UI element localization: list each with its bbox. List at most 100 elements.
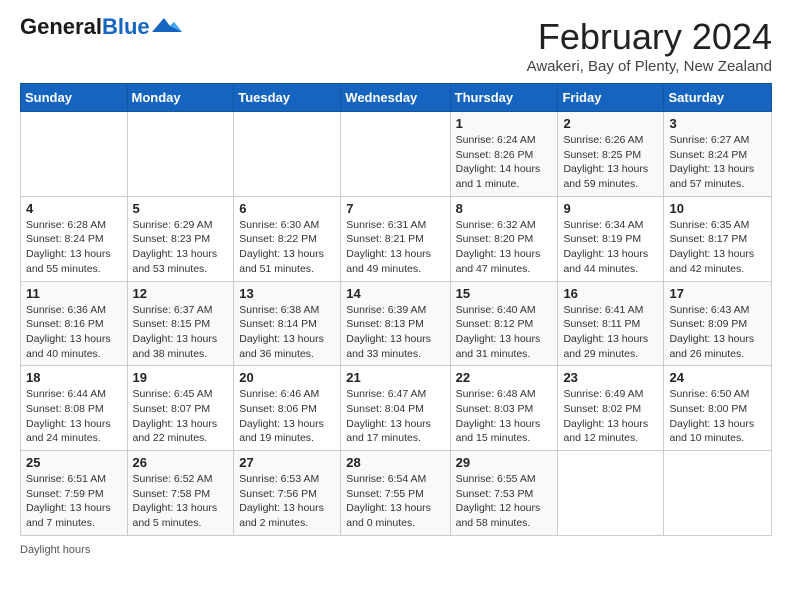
header-day: Friday [558, 84, 664, 112]
calendar-cell: 24Sunrise: 6:50 AM Sunset: 8:00 PM Dayli… [664, 366, 772, 451]
day-info: Sunrise: 6:38 AM Sunset: 8:14 PM Dayligh… [239, 303, 335, 362]
day-number: 7 [346, 201, 444, 216]
day-info: Sunrise: 6:41 AM Sunset: 8:11 PM Dayligh… [563, 303, 658, 362]
calendar-cell: 13 Sunrise: 6:38 AM Sunset: 8:14 PM Dayli… [234, 281, 341, 366]
day-number: 12 [133, 286, 229, 301]
day-info: Sunrise: 6:44 AM Sunset: 8:08 PM Dayligh… [26, 387, 122, 446]
day-info: Sunrise: 6:53 AM Sunset: 7:56 PM Dayligh… [239, 472, 335, 531]
calendar-cell: 12 Sunrise: 6:37 AM Sunset: 8:15 PM Dayli… [127, 281, 234, 366]
calendar-cell [127, 112, 234, 197]
day-info: Sunrise: 6:46 AM Sunset: 8:06 PM Dayligh… [239, 387, 335, 446]
day-number: 3 [669, 116, 766, 131]
day-info: Sunrise: 6:30 AM Sunset: 8:22 PM Dayligh… [239, 218, 335, 277]
day-number: 11 [26, 286, 122, 301]
day-info: Sunrise: 6:47 AM Sunset: 8:04 PM Dayligh… [346, 387, 444, 446]
calendar-table: SundayMondayTuesdayWednesdayThursdayFrid… [20, 83, 772, 536]
location-subtitle: Awakeri, Bay of Plenty, New Zealand [527, 58, 772, 75]
day-number: 29 [456, 455, 553, 470]
header-day: Monday [127, 84, 234, 112]
calendar-week-row: 4 Sunrise: 6:28 AM Sunset: 8:24 PM Daylig… [21, 196, 772, 281]
day-info: Sunrise: 6:35 AM Sunset: 8:17 PM Dayligh… [669, 218, 766, 277]
title-block: February 2024 Awakeri, Bay of Plenty, Ne… [527, 16, 772, 75]
calendar-cell: 7 Sunrise: 6:31 AM Sunset: 8:21 PM Daylig… [341, 196, 450, 281]
day-number: 18 [26, 370, 122, 385]
day-info: Sunrise: 6:36 AM Sunset: 8:16 PM Dayligh… [26, 303, 122, 362]
day-info: Sunrise: 6:40 AM Sunset: 8:12 PM Dayligh… [456, 303, 553, 362]
day-number: 13 [239, 286, 335, 301]
calendar-cell: 22Sunrise: 6:48 AM Sunset: 8:03 PM Dayli… [450, 366, 558, 451]
header-row: SundayMondayTuesdayWednesdayThursdayFrid… [21, 84, 772, 112]
day-number: 28 [346, 455, 444, 470]
day-info: Sunrise: 6:29 AM Sunset: 8:23 PM Dayligh… [133, 218, 229, 277]
calendar-cell: 27 Sunrise: 6:53 AM Sunset: 7:56 PM Dayli… [234, 451, 341, 536]
calendar-cell: 26 Sunrise: 6:52 AM Sunset: 7:58 PM Dayli… [127, 451, 234, 536]
day-number: 4 [26, 201, 122, 216]
day-info: Sunrise: 6:39 AM Sunset: 8:13 PM Dayligh… [346, 303, 444, 362]
day-info: Sunrise: 6:32 AM Sunset: 8:20 PM Dayligh… [456, 218, 553, 277]
page-header: GeneralBlue February 2024 Awakeri, Bay o… [20, 16, 772, 75]
calendar-cell: 21Sunrise: 6:47 AM Sunset: 8:04 PM Dayli… [341, 366, 450, 451]
day-info: Sunrise: 6:37 AM Sunset: 8:15 PM Dayligh… [133, 303, 229, 362]
day-number: 26 [133, 455, 229, 470]
day-number: 16 [563, 286, 658, 301]
day-number: 19 [133, 370, 229, 385]
day-info: Sunrise: 6:26 AM Sunset: 8:25 PM Dayligh… [563, 133, 658, 192]
calendar-cell [664, 451, 772, 536]
day-info: Sunrise: 6:55 AM Sunset: 7:53 PM Dayligh… [456, 472, 553, 531]
calendar-cell: 11 Sunrise: 6:36 AM Sunset: 8:16 PM Dayli… [21, 281, 128, 366]
logo-general: General [20, 14, 102, 39]
calendar-cell: 29 Sunrise: 6:55 AM Sunset: 7:53 PM Dayli… [450, 451, 558, 536]
day-info: Sunrise: 6:49 AM Sunset: 8:02 PM Dayligh… [563, 387, 658, 446]
day-number: 6 [239, 201, 335, 216]
calendar-cell: 16 Sunrise: 6:41 AM Sunset: 8:11 PM Dayli… [558, 281, 664, 366]
header-day: Sunday [21, 84, 128, 112]
footer: Daylight hours [20, 544, 772, 556]
day-info: Sunrise: 6:27 AM Sunset: 8:24 PM Dayligh… [669, 133, 766, 192]
day-number: 2 [563, 116, 658, 131]
day-number: 10 [669, 201, 766, 216]
day-number: 9 [563, 201, 658, 216]
day-info: Sunrise: 6:31 AM Sunset: 8:21 PM Dayligh… [346, 218, 444, 277]
header-day: Thursday [450, 84, 558, 112]
logo-text: GeneralBlue [20, 16, 150, 38]
calendar-cell [341, 112, 450, 197]
day-info: Sunrise: 6:52 AM Sunset: 7:58 PM Dayligh… [133, 472, 229, 531]
calendar-cell: 6 Sunrise: 6:30 AM Sunset: 8:22 PM Daylig… [234, 196, 341, 281]
calendar-cell [21, 112, 128, 197]
calendar-cell: 18 Sunrise: 6:44 AM Sunset: 8:08 PM Dayli… [21, 366, 128, 451]
calendar-cell: 25 Sunrise: 6:51 AM Sunset: 7:59 PM Dayli… [21, 451, 128, 536]
calendar-week-row: 25 Sunrise: 6:51 AM Sunset: 7:59 PM Dayli… [21, 451, 772, 536]
day-info: Sunrise: 6:54 AM Sunset: 7:55 PM Dayligh… [346, 472, 444, 531]
calendar-cell: 28 Sunrise: 6:54 AM Sunset: 7:55 PM Dayli… [341, 451, 450, 536]
day-info: Sunrise: 6:28 AM Sunset: 8:24 PM Dayligh… [26, 218, 122, 277]
logo: GeneralBlue [20, 16, 182, 38]
day-number: 27 [239, 455, 335, 470]
day-number: 5 [133, 201, 229, 216]
day-info: Sunrise: 6:50 AM Sunset: 8:00 PM Dayligh… [669, 387, 766, 446]
calendar-cell: 5 Sunrise: 6:29 AM Sunset: 8:23 PM Daylig… [127, 196, 234, 281]
header-day: Saturday [664, 84, 772, 112]
day-number: 23 [563, 370, 658, 385]
calendar-cell: 2 Sunrise: 6:26 AM Sunset: 8:25 PM Daylig… [558, 112, 664, 197]
day-info: Sunrise: 6:51 AM Sunset: 7:59 PM Dayligh… [26, 472, 122, 531]
calendar-cell: 9Sunrise: 6:34 AM Sunset: 8:19 PM Daylig… [558, 196, 664, 281]
calendar-cell: 14Sunrise: 6:39 AM Sunset: 8:13 PM Dayli… [341, 281, 450, 366]
calendar-week-row: 18 Sunrise: 6:44 AM Sunset: 8:08 PM Dayli… [21, 366, 772, 451]
day-info: Sunrise: 6:48 AM Sunset: 8:03 PM Dayligh… [456, 387, 553, 446]
calendar-week-row: 1Sunrise: 6:24 AM Sunset: 8:26 PM Daylig… [21, 112, 772, 197]
calendar-cell: 4 Sunrise: 6:28 AM Sunset: 8:24 PM Daylig… [21, 196, 128, 281]
calendar-header: SundayMondayTuesdayWednesdayThursdayFrid… [21, 84, 772, 112]
month-title: February 2024 [527, 16, 772, 58]
day-number: 17 [669, 286, 766, 301]
calendar-cell: 17 Sunrise: 6:43 AM Sunset: 8:09 PM Dayli… [664, 281, 772, 366]
calendar-body: 1Sunrise: 6:24 AM Sunset: 8:26 PM Daylig… [21, 112, 772, 536]
day-number: 15 [456, 286, 553, 301]
day-number: 25 [26, 455, 122, 470]
day-info: Sunrise: 6:43 AM Sunset: 8:09 PM Dayligh… [669, 303, 766, 362]
calendar-cell: 8Sunrise: 6:32 AM Sunset: 8:20 PM Daylig… [450, 196, 558, 281]
calendar-cell: 10 Sunrise: 6:35 AM Sunset: 8:17 PM Dayli… [664, 196, 772, 281]
day-info: Sunrise: 6:45 AM Sunset: 8:07 PM Dayligh… [133, 387, 229, 446]
calendar-cell: 19 Sunrise: 6:45 AM Sunset: 8:07 PM Dayli… [127, 366, 234, 451]
footer-text: Daylight hours [20, 544, 90, 556]
calendar-cell: 1Sunrise: 6:24 AM Sunset: 8:26 PM Daylig… [450, 112, 558, 197]
